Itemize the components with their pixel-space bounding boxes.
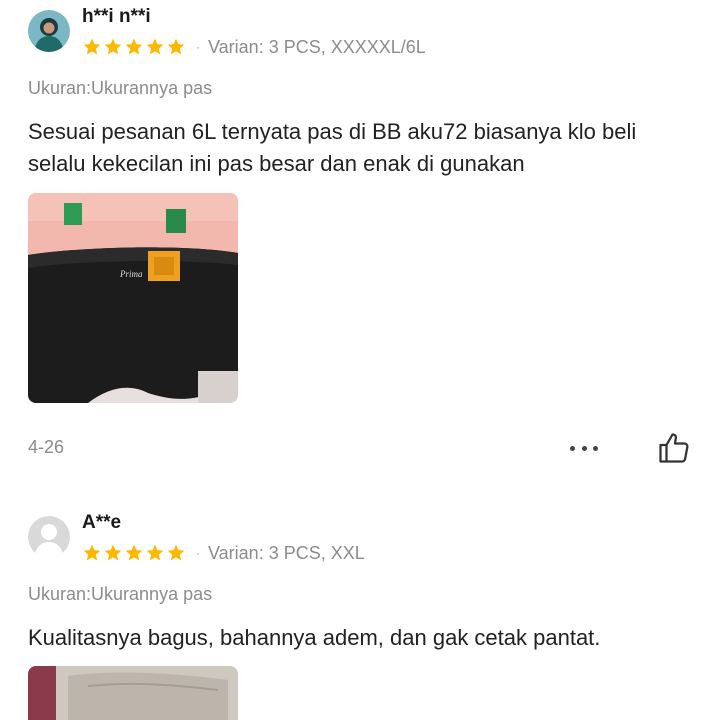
star-icon	[146, 38, 164, 55]
variant-label: Varian: 3 PCS, XXXXXL/6L	[208, 36, 426, 57]
ellipsis-icon	[581, 445, 587, 451]
more-options-button[interactable]	[566, 436, 602, 460]
user-avatar[interactable]	[28, 10, 70, 52]
star-rating	[82, 543, 186, 563]
thumbs-up-icon	[659, 433, 689, 463]
star-icon	[167, 38, 185, 55]
default-user-avatar-icon	[28, 516, 70, 558]
underwear-photo: Prima	[28, 193, 238, 403]
review-photo[interactable]: Prima	[28, 193, 238, 403]
size-fit-label: Ukuran:Ukurannya pas	[28, 584, 213, 604]
user-photo-avatar-icon	[28, 10, 70, 52]
ellipsis-icon	[593, 445, 598, 451]
review-photo[interactable]	[28, 666, 238, 720]
star-icon	[83, 38, 101, 55]
star-icon	[167, 544, 185, 561]
review-item: h**i n**i · Varian: 3 PCS, XXXXXL/6L Uku…	[0, 0, 720, 480]
star-icon	[125, 38, 143, 55]
review-date: 4-26	[28, 437, 65, 457]
review-item: A**e · Varian: 3 PCS, XXL Ukuran:Ukurann…	[0, 500, 720, 720]
reviewer-name: A**e	[82, 512, 122, 533]
ellipsis-icon	[570, 445, 575, 451]
separator-dot: ·	[196, 546, 200, 560]
star-rating	[82, 37, 186, 57]
separator-dot: ·	[196, 40, 200, 54]
product-photo	[28, 666, 238, 720]
variant-label: Varian: 3 PCS, XXL	[208, 542, 365, 563]
like-button[interactable]	[656, 430, 692, 466]
review-text: Sesuai pesanan 6L ternyata pas di BB aku…	[28, 119, 637, 176]
star-icon	[104, 544, 122, 561]
star-icon	[125, 544, 143, 561]
star-icon	[104, 38, 122, 55]
star-icon	[83, 544, 101, 561]
svg-text:Prima: Prima	[119, 269, 143, 279]
review-text: Kualitasnya bagus, bahannya adem, dan ga…	[28, 625, 601, 650]
rating-row: · Varian: 3 PCS, XXXXXL/6L	[82, 35, 426, 59]
star-icon	[146, 544, 164, 561]
user-avatar[interactable]	[28, 516, 70, 558]
size-fit-label: Ukuran:Ukurannya pas	[28, 78, 213, 98]
rating-row: · Varian: 3 PCS, XXL	[82, 541, 365, 565]
reviewer-name: h**i n**i	[82, 6, 151, 27]
